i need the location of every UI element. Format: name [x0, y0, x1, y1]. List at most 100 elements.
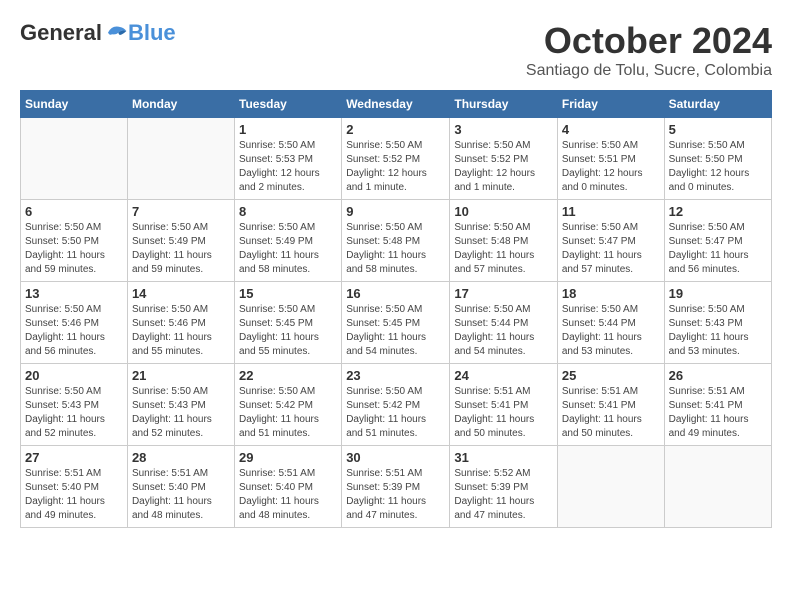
day-info: Sunrise: 5:50 AM Sunset: 5:48 PM Dayligh…	[346, 221, 445, 277]
calendar-cell: 1Sunrise: 5:50 AM Sunset: 5:53 PM Daylig…	[235, 118, 342, 200]
day-number: 9	[346, 204, 445, 219]
day-number: 20	[25, 368, 123, 383]
day-number: 12	[669, 204, 767, 219]
calendar-day-header: Saturday	[664, 91, 771, 118]
calendar-week-row: 13 Sunrise: 5:50 AM Sunset: 5:46 PM Dayli…	[21, 282, 772, 364]
calendar-day-header: Monday	[127, 91, 234, 118]
calendar-cell: 27 Sunrise: 5:51 AM Sunset: 5:40 PM Dayli…	[21, 446, 128, 528]
calendar-table: SundayMondayTuesdayWednesdayThursdayFrid…	[20, 90, 772, 528]
day-number: 2	[346, 122, 445, 137]
calendar-cell: 31 Sunrise: 5:52 AM Sunset: 5:39 PM Dayli…	[450, 446, 558, 528]
calendar-cell: 30Sunrise: 5:51 AM Sunset: 5:39 PM Dayli…	[342, 446, 450, 528]
calendar-cell: 4 Sunrise: 5:50 AM Sunset: 5:51 PM Daylig…	[557, 118, 664, 200]
day-info: Sunrise: 5:50 AM Sunset: 5:50 PM Dayligh…	[25, 221, 123, 277]
day-number: 8	[239, 204, 337, 219]
day-number: 14	[132, 286, 230, 301]
calendar-cell: 17 Sunrise: 5:50 AM Sunset: 5:44 PM Dayli…	[450, 282, 558, 364]
day-info: Sunrise: 5:50 AM Sunset: 5:51 PM Dayligh…	[562, 139, 660, 195]
day-info: Sunrise: 5:50 AM Sunset: 5:44 PM Dayligh…	[454, 303, 553, 359]
day-number: 27	[25, 450, 123, 465]
day-info: Sunrise: 5:50 AM Sunset: 5:43 PM Dayligh…	[132, 385, 230, 441]
day-info: Sunrise: 5:51 AM Sunset: 5:40 PM Dayligh…	[239, 467, 337, 523]
calendar-cell: 21Sunrise: 5:50 AM Sunset: 5:43 PM Dayli…	[127, 364, 234, 446]
day-info: Sunrise: 5:50 AM Sunset: 5:50 PM Dayligh…	[669, 139, 767, 195]
day-info: Sunrise: 5:50 AM Sunset: 5:42 PM Dayligh…	[239, 385, 337, 441]
day-info: Sunrise: 5:51 AM Sunset: 5:40 PM Dayligh…	[132, 467, 230, 523]
calendar-week-row: 27 Sunrise: 5:51 AM Sunset: 5:40 PM Dayli…	[21, 446, 772, 528]
day-info: Sunrise: 5:52 AM Sunset: 5:39 PM Dayligh…	[454, 467, 553, 523]
calendar-cell: 23 Sunrise: 5:50 AM Sunset: 5:42 PM Dayli…	[342, 364, 450, 446]
calendar-week-row: 20 Sunrise: 5:50 AM Sunset: 5:43 PM Dayli…	[21, 364, 772, 446]
calendar-cell: 14Sunrise: 5:50 AM Sunset: 5:46 PM Dayli…	[127, 282, 234, 364]
calendar-cell: 8 Sunrise: 5:50 AM Sunset: 5:49 PM Daylig…	[235, 200, 342, 282]
logo-general-text: General	[20, 20, 102, 46]
calendar-cell: 24 Sunrise: 5:51 AM Sunset: 5:41 PM Dayli…	[450, 364, 558, 446]
calendar-cell: 19 Sunrise: 5:50 AM Sunset: 5:43 PM Dayli…	[664, 282, 771, 364]
day-number: 31	[454, 450, 553, 465]
day-info: Sunrise: 5:51 AM Sunset: 5:41 PM Dayligh…	[454, 385, 553, 441]
calendar-cell: 26 Sunrise: 5:51 AM Sunset: 5:41 PM Dayli…	[664, 364, 771, 446]
calendar-cell: 29 Sunrise: 5:51 AM Sunset: 5:40 PM Dayli…	[235, 446, 342, 528]
calendar-week-row: 6 Sunrise: 5:50 AM Sunset: 5:50 PM Daylig…	[21, 200, 772, 282]
day-number: 19	[669, 286, 767, 301]
calendar-cell: 15Sunrise: 5:50 AM Sunset: 5:45 PM Dayli…	[235, 282, 342, 364]
calendar-day-header: Thursday	[450, 91, 558, 118]
logo-bird-icon	[104, 23, 128, 43]
day-number: 17	[454, 286, 553, 301]
day-info: Sunrise: 5:50 AM Sunset: 5:45 PM Dayligh…	[346, 303, 445, 359]
calendar-cell: 16 Sunrise: 5:50 AM Sunset: 5:45 PM Dayli…	[342, 282, 450, 364]
calendar-day-header: Wednesday	[342, 91, 450, 118]
day-info: Sunrise: 5:50 AM Sunset: 5:46 PM Dayligh…	[25, 303, 123, 359]
day-number: 28	[132, 450, 230, 465]
calendar-cell: 13 Sunrise: 5:50 AM Sunset: 5:46 PM Dayli…	[21, 282, 128, 364]
day-number: 11	[562, 204, 660, 219]
day-number: 30	[346, 450, 445, 465]
day-number: 4	[562, 122, 660, 137]
day-number: 24	[454, 368, 553, 383]
day-number: 15	[239, 286, 337, 301]
calendar-week-row: 1Sunrise: 5:50 AM Sunset: 5:53 PM Daylig…	[21, 118, 772, 200]
day-info: Sunrise: 5:50 AM Sunset: 5:43 PM Dayligh…	[669, 303, 767, 359]
day-info: Sunrise: 5:51 AM Sunset: 5:41 PM Dayligh…	[669, 385, 767, 441]
calendar-cell	[557, 446, 664, 528]
page-header: General Blue October 2024 Santiago de To…	[20, 20, 772, 80]
calendar-cell: 2Sunrise: 5:50 AM Sunset: 5:52 PM Daylig…	[342, 118, 450, 200]
location-title: Santiago de Tolu, Sucre, Colombia	[526, 62, 772, 80]
calendar-day-header: Tuesday	[235, 91, 342, 118]
day-info: Sunrise: 5:50 AM Sunset: 5:42 PM Dayligh…	[346, 385, 445, 441]
day-number: 22	[239, 368, 337, 383]
day-number: 10	[454, 204, 553, 219]
day-number: 6	[25, 204, 123, 219]
day-info: Sunrise: 5:51 AM Sunset: 5:40 PM Dayligh…	[25, 467, 123, 523]
calendar-cell	[127, 118, 234, 200]
calendar-cell	[664, 446, 771, 528]
day-number: 23	[346, 368, 445, 383]
day-number: 3	[454, 122, 553, 137]
day-number: 18	[562, 286, 660, 301]
logo: General Blue	[20, 20, 176, 46]
day-number: 5	[669, 122, 767, 137]
month-title: October 2024	[526, 20, 772, 62]
day-number: 25	[562, 368, 660, 383]
day-info: Sunrise: 5:50 AM Sunset: 5:44 PM Dayligh…	[562, 303, 660, 359]
calendar-cell: 20Sunrise: 5:50 AM Sunset: 5:43 PM Dayli…	[21, 364, 128, 446]
day-number: 26	[669, 368, 767, 383]
logo-blue-text: Blue	[128, 20, 176, 46]
calendar-cell: 5 Sunrise: 5:50 AM Sunset: 5:50 PM Daylig…	[664, 118, 771, 200]
calendar-header-row: SundayMondayTuesdayWednesdayThursdayFrid…	[21, 91, 772, 118]
day-number: 13	[25, 286, 123, 301]
title-section: October 2024 Santiago de Tolu, Sucre, Co…	[526, 20, 772, 80]
day-number: 16	[346, 286, 445, 301]
calendar-day-header: Sunday	[21, 91, 128, 118]
day-number: 29	[239, 450, 337, 465]
calendar-day-header: Friday	[557, 91, 664, 118]
calendar-cell: 25 Sunrise: 5:51 AM Sunset: 5:41 PM Dayli…	[557, 364, 664, 446]
day-info: Sunrise: 5:50 AM Sunset: 5:49 PM Dayligh…	[239, 221, 337, 277]
calendar-cell: 12Sunrise: 5:50 AM Sunset: 5:47 PM Dayli…	[664, 200, 771, 282]
calendar-cell: 9 Sunrise: 5:50 AM Sunset: 5:48 PM Daylig…	[342, 200, 450, 282]
day-info: Sunrise: 5:51 AM Sunset: 5:41 PM Dayligh…	[562, 385, 660, 441]
day-info: Sunrise: 5:50 AM Sunset: 5:49 PM Dayligh…	[132, 221, 230, 277]
calendar-cell: 22 Sunrise: 5:50 AM Sunset: 5:42 PM Dayli…	[235, 364, 342, 446]
day-info: Sunrise: 5:50 AM Sunset: 5:52 PM Dayligh…	[454, 139, 553, 195]
calendar-cell: 3 Sunrise: 5:50 AM Sunset: 5:52 PM Daylig…	[450, 118, 558, 200]
